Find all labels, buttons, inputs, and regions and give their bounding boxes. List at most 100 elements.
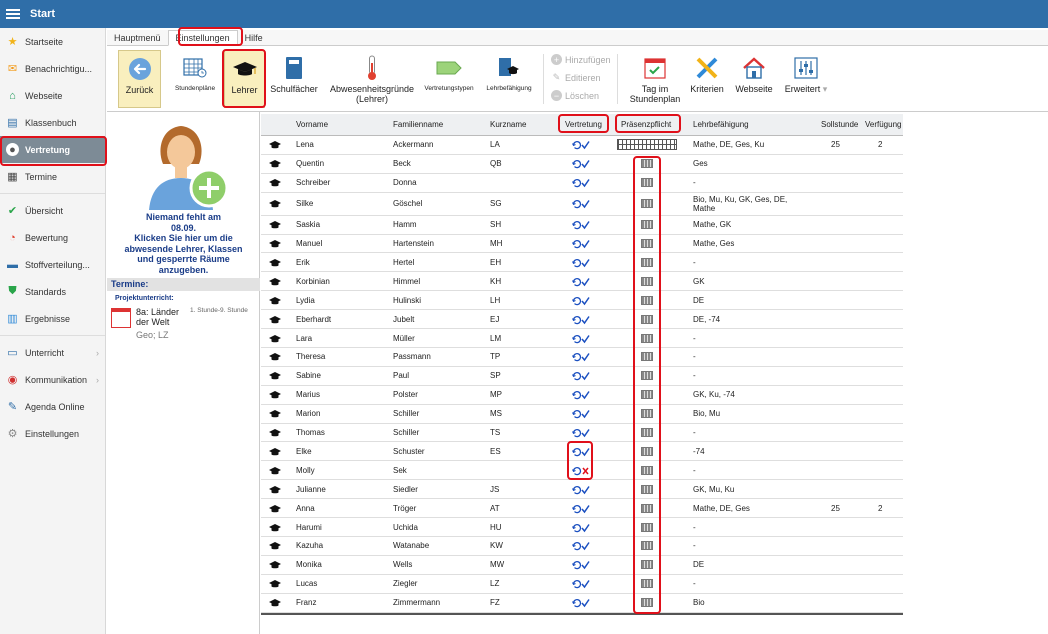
sidebar-item-benachrichtigu[interactable]: ✉ Benachrichtigu...: [0, 55, 105, 82]
sidebar-item-webseite[interactable]: ⌂ Webseite: [0, 82, 105, 109]
sidebar-item-ergebnisse[interactable]: ▥ Ergebnisse: [0, 305, 105, 332]
praesenzpflicht-icon[interactable]: [641, 257, 653, 267]
praesenzpflicht-icon[interactable]: [641, 409, 653, 419]
tab-hilfe[interactable]: Hilfe: [238, 31, 270, 45]
praesenzpflicht-icon[interactable]: [641, 220, 653, 230]
hinzufuegen-button[interactable]: + Hinzufügen: [551, 54, 611, 65]
vertretung-yes-icon[interactable]: [572, 447, 590, 457]
vertretung-yes-icon[interactable]: [572, 239, 590, 249]
header-lehrbefaehigung[interactable]: Lehrbefähigung: [693, 120, 749, 129]
vertretung-yes-icon[interactable]: [572, 296, 590, 306]
table-row[interactable]: Marius Polster MP GK, Ku, -74: [261, 386, 903, 405]
table-row[interactable]: Thomas Schiller TS -: [261, 424, 903, 443]
vertretung-yes-icon[interactable]: [572, 523, 590, 533]
header-vorname[interactable]: Vorname: [296, 120, 328, 129]
praesenzpflicht-icon[interactable]: [641, 199, 653, 209]
abwesenheitsgruende-button[interactable]: Abwesenheitsgründe (Lehrer): [327, 50, 417, 108]
sidebar-item-stoffverteilung[interactable]: ▬ Stoffverteilung...: [0, 251, 105, 278]
praesenzpflicht-icon[interactable]: [641, 446, 653, 456]
table-row[interactable]: Elke Schuster ES -74: [261, 443, 903, 462]
table-row[interactable]: Lucas Ziegler LZ -: [261, 575, 903, 594]
table-row[interactable]: Kazuha Watanabe KW -: [261, 537, 903, 556]
praesenzpflicht-icon[interactable]: [641, 276, 653, 286]
sidebar-item-übersicht[interactable]: ✔ Übersicht: [0, 197, 105, 224]
praesenzpflicht-icon[interactable]: [641, 390, 653, 400]
vertretung-yes-icon[interactable]: [572, 504, 590, 514]
table-row[interactable]: Monika Wells MW DE: [261, 556, 903, 575]
header-vertretung[interactable]: Vertretung: [565, 120, 602, 129]
schulfaecher-button[interactable]: Schulfächer: [269, 50, 319, 108]
praesenzpflicht-icon[interactable]: [641, 352, 653, 362]
table-row[interactable]: Manuel Hartenstein MH Mathe, Ges: [261, 235, 903, 254]
vertretung-yes-icon[interactable]: [572, 579, 590, 589]
hamburger-menu-icon[interactable]: [6, 9, 20, 19]
erweitert-button[interactable]: Erweitert ▾: [780, 50, 832, 108]
praesenzpflicht-icon[interactable]: [641, 159, 653, 169]
table-row[interactable]: Korbinian Himmel KH GK: [261, 272, 903, 292]
table-row[interactable]: Franz Zimmermann FZ Bio: [261, 594, 903, 613]
praesenzpflicht-icon[interactable]: [641, 579, 653, 589]
header-praesenzpflicht[interactable]: Präsenzpflicht: [621, 120, 671, 129]
vertretung-yes-icon[interactable]: [572, 485, 590, 495]
praesenzpflicht-icon[interactable]: [641, 522, 653, 532]
tab-einstellungen[interactable]: Einstellungen: [167, 30, 238, 46]
praesenzpflicht-icon[interactable]: [641, 560, 653, 570]
kriterien-button[interactable]: Kriterien: [687, 50, 727, 108]
tab-hauptmenue[interactable]: Hauptmenü: [107, 31, 168, 45]
vertretung-yes-icon[interactable]: [572, 315, 590, 325]
praesenzpflicht-icon[interactable]: [641, 598, 653, 608]
sidebar-item-termine[interactable]: ▦ Termine: [0, 163, 105, 190]
vertretung-yes-icon[interactable]: [572, 178, 590, 188]
praesenzpflicht-icon[interactable]: [641, 503, 653, 513]
praesenzpflicht-icon[interactable]: [641, 295, 653, 305]
praesenzpflicht-icon[interactable]: [641, 484, 653, 494]
tag-im-stundenplan-button[interactable]: Tag im Stundenplan: [624, 50, 686, 108]
table-row[interactable]: Marion Schiller MS Bio, Mu: [261, 405, 903, 424]
vertretung-yes-icon[interactable]: [572, 334, 590, 344]
vertretung-yes-icon[interactable]: [572, 258, 590, 268]
vertretung-yes-icon[interactable]: [572, 390, 590, 400]
vertretung-yes-icon[interactable]: [572, 371, 590, 381]
vertretung-yes-icon[interactable]: [572, 220, 590, 230]
editieren-button[interactable]: ✎ Editieren: [551, 72, 601, 83]
vertretung-yes-icon[interactable]: [572, 352, 590, 362]
sidebar-item-kommunikation[interactable]: ◉ Kommunikation ›: [0, 366, 105, 393]
sidebar-item-standards[interactable]: ⛊ Standards: [0, 278, 105, 305]
absence-message[interactable]: Niemand fehlt am 08.09. Klicken Sie hier u…: [107, 212, 260, 275]
vertretungstypen-button[interactable]: Vertretungstypen: [421, 50, 477, 108]
vertretung-no-icon[interactable]: [572, 466, 590, 476]
praesenzpflicht-icon[interactable]: [641, 428, 653, 438]
lehrer-button[interactable]: Lehrer: [224, 50, 265, 108]
vertretung-yes-icon[interactable]: [572, 199, 590, 209]
table-row[interactable]: Silke Göschel SG Bio, Mu, Ku, GK, Ges, DE, …: [261, 193, 903, 216]
table-row[interactable]: Harumi Uchida HU -: [261, 518, 903, 537]
sidebar-item-einstellungen[interactable]: ⚙ Einstellungen: [0, 420, 105, 447]
termin-item[interactable]: 8a: Länder der Welt 1. Stunde-9. Stunde G…: [111, 306, 260, 342]
praesenzpflicht-icon[interactable]: [641, 239, 653, 249]
praesenzpflicht-icon[interactable]: [641, 371, 653, 381]
praesenzpflicht-icon[interactable]: [641, 178, 653, 188]
sidebar-item-klassenbuch[interactable]: ▤ Klassenbuch: [0, 109, 105, 136]
table-row[interactable]: Anna Tröger AT Mathe, DE, Ges 25 2: [261, 499, 903, 519]
lehrbefaehigung-button[interactable]: Lehrbefähigung: [481, 50, 537, 108]
add-absence-avatar-icon[interactable]: [135, 118, 231, 214]
sidebar-item-agenda-online[interactable]: ✎ Agenda Online: [0, 393, 105, 420]
table-row[interactable]: Erik Hertel EH -: [261, 254, 903, 273]
vertretung-yes-icon[interactable]: [572, 598, 590, 608]
table-row[interactable]: Eberhardt Jubelt EJ DE, -74: [261, 310, 903, 330]
table-row[interactable]: Schreiber Donna -: [261, 174, 903, 193]
header-verfuegung[interactable]: Verfügung: [865, 120, 901, 129]
zurueck-button[interactable]: Zurück: [118, 50, 161, 108]
vertretung-yes-icon[interactable]: [572, 541, 590, 551]
praesenzpflicht-icon[interactable]: [641, 314, 653, 324]
sidebar-item-vertretung[interactable]: ● Vertretung: [0, 136, 105, 163]
vertretung-yes-icon[interactable]: [572, 428, 590, 438]
table-row[interactable]: Julianne Siedler JS GK, Mu, Ku: [261, 480, 903, 500]
stundenplaene-button[interactable]: Stundenpläne: [173, 50, 217, 108]
table-row[interactable]: Lara Müller LM -: [261, 329, 903, 348]
sidebar-item-startseite[interactable]: ★ Startseite: [0, 28, 105, 55]
table-row[interactable]: Quentin Beck QB Ges: [261, 155, 903, 174]
table-row[interactable]: Saskia Hamm SH Mathe, GK: [261, 216, 903, 235]
table-row[interactable]: Molly Sek -: [261, 461, 903, 481]
praesenzpflicht-icon[interactable]: [641, 541, 653, 551]
